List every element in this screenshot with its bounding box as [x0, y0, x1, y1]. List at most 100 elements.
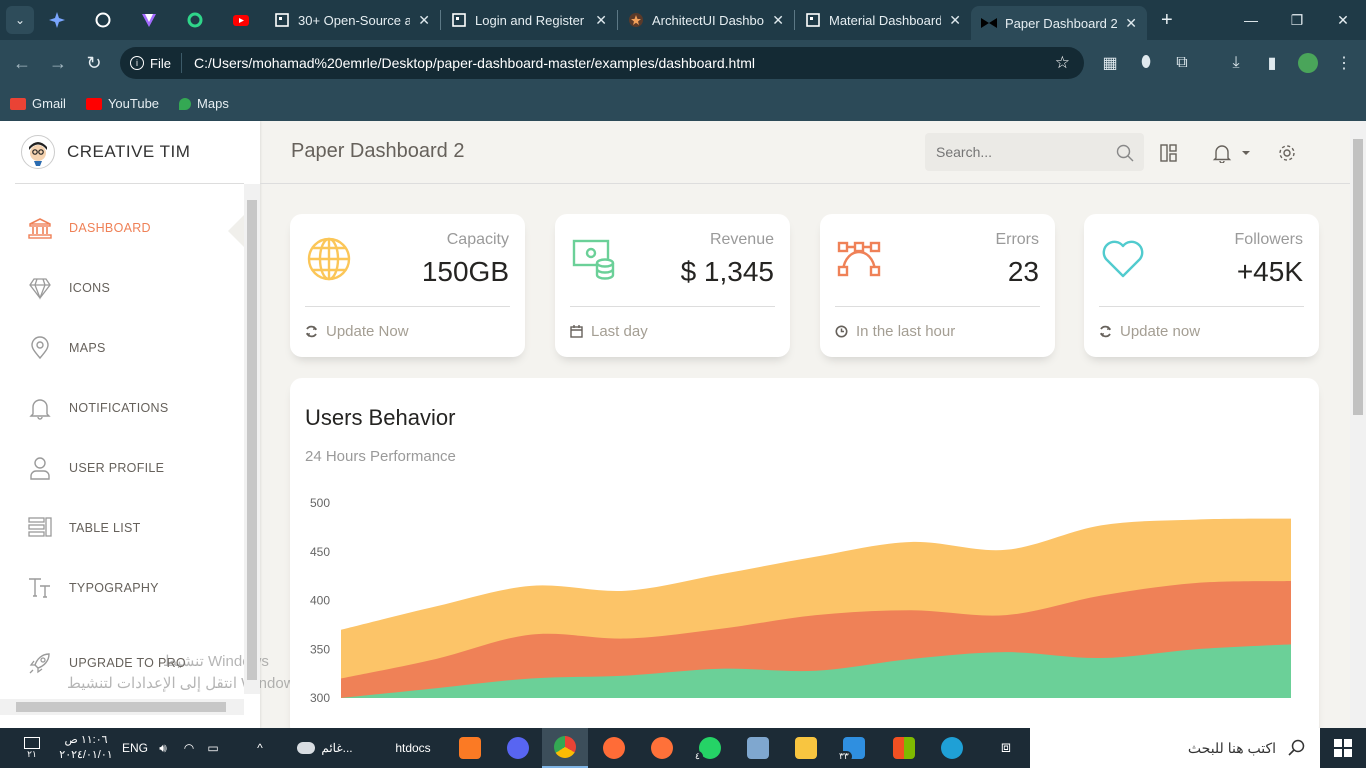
browser-tab[interactable]: Material Dashboard ✕: [795, 0, 971, 40]
search-icon[interactable]: [1116, 144, 1134, 162]
taskbar-mail[interactable]: ٣٣: [832, 728, 876, 768]
menu-dots-icon[interactable]: ⋮: [1326, 40, 1362, 86]
sidebar-item-maps[interactable]: MAPS: [0, 323, 244, 373]
chrome-icon: [554, 736, 576, 758]
tab-search-button[interactable]: ⌄: [6, 6, 34, 34]
browser-tab[interactable]: 30+ Open-Source a ✕: [264, 0, 440, 40]
sidebar-item-label: TYPOGRAPHY: [69, 581, 159, 595]
taskbar-search[interactable]: اكتب هنا للبحث: [1030, 728, 1320, 768]
bookmark-maps[interactable]: Maps: [179, 96, 229, 111]
taskbar-chrome[interactable]: [542, 728, 588, 768]
close-icon[interactable]: ✕: [418, 12, 430, 29]
search-icon: [1288, 739, 1305, 756]
reload-icon[interactable]: ↻: [76, 53, 112, 74]
youtube-icon: [233, 12, 249, 28]
stat-footer[interactable]: Last day: [570, 323, 648, 340]
taskbar-edge[interactable]: [930, 728, 974, 768]
language-indicator[interactable]: ENG: [120, 728, 150, 768]
taskbar-xampp[interactable]: [448, 728, 492, 768]
sidebar-horizontal-scrollbar[interactable]: [0, 699, 244, 715]
browser-tab-strip: ⌄ 30+ Open-Source a ✕ Login and Register ✕…: [0, 0, 1366, 40]
bookmark-gmail[interactable]: Gmail: [10, 96, 66, 111]
extension-icon[interactable]: ⬮: [1128, 40, 1164, 86]
sidebar-item-typography[interactable]: TYPOGRAPHY: [0, 563, 244, 613]
stat-value: 23: [1007, 256, 1039, 287]
browser-tab[interactable]: ArchitectUI Dashbo ✕: [618, 0, 794, 40]
task-view-icon[interactable]: ⧈: [984, 728, 1028, 768]
scrollbar-thumb[interactable]: [247, 200, 257, 680]
pinned-tab-gemini[interactable]: [34, 0, 80, 40]
bell-icon[interactable]: [1212, 143, 1232, 163]
stat-footer[interactable]: Update Now: [305, 323, 409, 340]
pinned-tab-chatgpt[interactable]: [80, 0, 126, 40]
search-input[interactable]: [936, 144, 1106, 160]
taskbar-firefox[interactable]: [640, 728, 684, 768]
puzzle-icon[interactable]: ⧉: [1164, 40, 1200, 86]
notification-center-button[interactable]: ٢١: [14, 728, 50, 768]
page-title[interactable]: Paper Dashboard 2: [291, 140, 464, 163]
sidebar-item-notifications[interactable]: NOTIFICATIONS: [0, 383, 244, 433]
scrollbar-thumb[interactable]: [1353, 139, 1363, 415]
taskbar-whatsapp[interactable]: ٤: [688, 728, 732, 768]
sidebar-item-user-profile[interactable]: USER PROFILE: [0, 443, 244, 493]
maximize-icon[interactable]: ❐: [1274, 0, 1320, 40]
new-tab-button[interactable]: +: [1161, 9, 1173, 32]
start-button[interactable]: [1320, 728, 1366, 768]
openai-icon: [95, 12, 111, 28]
close-icon[interactable]: ✕: [949, 12, 961, 29]
pinned-tab-youtube[interactable]: [218, 0, 264, 40]
close-icon[interactable]: ✕: [595, 12, 607, 29]
browser-tab-active[interactable]: Paper Dashboard 2 ✕: [971, 6, 1147, 40]
sidebar-logo[interactable]: CREATIVE TIM: [15, 121, 244, 184]
taskbar-folder-htdocs[interactable]: htdocs: [378, 728, 448, 768]
bookmark-label: Gmail: [32, 96, 66, 111]
side-panel-icon[interactable]: ▮: [1254, 40, 1290, 86]
taskbar-file-explorer[interactable]: [784, 728, 828, 768]
youtube-icon: [85, 97, 102, 110]
pinned-tab-green[interactable]: [172, 0, 218, 40]
clock[interactable]: ١١:٠٦ ص ٢٠٢٤/٠١/٠١: [56, 728, 116, 768]
download-icon[interactable]: ⤓: [1218, 40, 1254, 86]
weather-label: غائم...: [321, 741, 353, 755]
extension-icon[interactable]: ▦: [1092, 40, 1128, 86]
page-vertical-scrollbar[interactable]: [1350, 121, 1366, 728]
chevron-down-icon[interactable]: [1240, 143, 1252, 163]
url-chip-label: File: [150, 55, 171, 71]
close-icon[interactable]: ✕: [772, 12, 784, 29]
stat-footer[interactable]: Update now: [1099, 323, 1200, 340]
bookmark-star-icon[interactable]: ☆: [1055, 53, 1070, 73]
battery-icon[interactable]: ▭: [202, 728, 224, 768]
close-window-icon[interactable]: ✕: [1320, 0, 1366, 40]
profile-avatar-icon[interactable]: [1290, 40, 1326, 86]
taskbar-discord[interactable]: [496, 728, 540, 768]
hidden-icons-chevron[interactable]: ^: [250, 728, 270, 768]
sidebar-item-icons[interactable]: ICONS: [0, 263, 244, 313]
wifi-icon[interactable]: ◠: [178, 728, 200, 768]
layout-grid-icon[interactable]: [1159, 143, 1179, 163]
weather-widget[interactable]: غائم...: [285, 728, 365, 768]
site-info-chip[interactable]: i File: [120, 53, 182, 73]
volume-icon[interactable]: 🔊︎: [152, 728, 174, 768]
close-icon[interactable]: ✕: [1125, 15, 1137, 32]
scrollbar-thumb[interactable]: [16, 702, 226, 712]
taskbar-postman[interactable]: [592, 728, 636, 768]
stat-footer[interactable]: In the last hour: [835, 323, 955, 340]
forward-icon[interactable]: →: [40, 53, 76, 74]
taskbar-store[interactable]: [882, 728, 926, 768]
sidebar-item-table-list[interactable]: TABLE LIST: [0, 503, 244, 553]
main-panel: Paper Dashboard 2 Capacity 150GB Update …: [260, 121, 1350, 738]
bookmark-youtube[interactable]: YouTube: [85, 96, 159, 111]
sidebar-vertical-scrollbar[interactable]: [244, 184, 260, 694]
sidebar-item-label: DASHBOARD: [69, 221, 151, 235]
browser-tab[interactable]: Login and Register ✕: [441, 0, 617, 40]
taskbar-app[interactable]: [736, 728, 780, 768]
folder-icon: [795, 737, 817, 759]
address-bar[interactable]: i File C:/Users/mohamad%20emrle/Desktop/p…: [120, 47, 1084, 79]
pinned-tab-vuetify[interactable]: [126, 0, 172, 40]
sidebar-item-dashboard[interactable]: DASHBOARD: [0, 203, 244, 253]
y-tick-label: 450: [310, 545, 330, 559]
gear-icon[interactable]: [1277, 143, 1297, 163]
minimize-icon[interactable]: —: [1228, 0, 1274, 40]
back-icon[interactable]: ←: [4, 53, 40, 74]
logo-avatar-icon: [21, 135, 55, 169]
